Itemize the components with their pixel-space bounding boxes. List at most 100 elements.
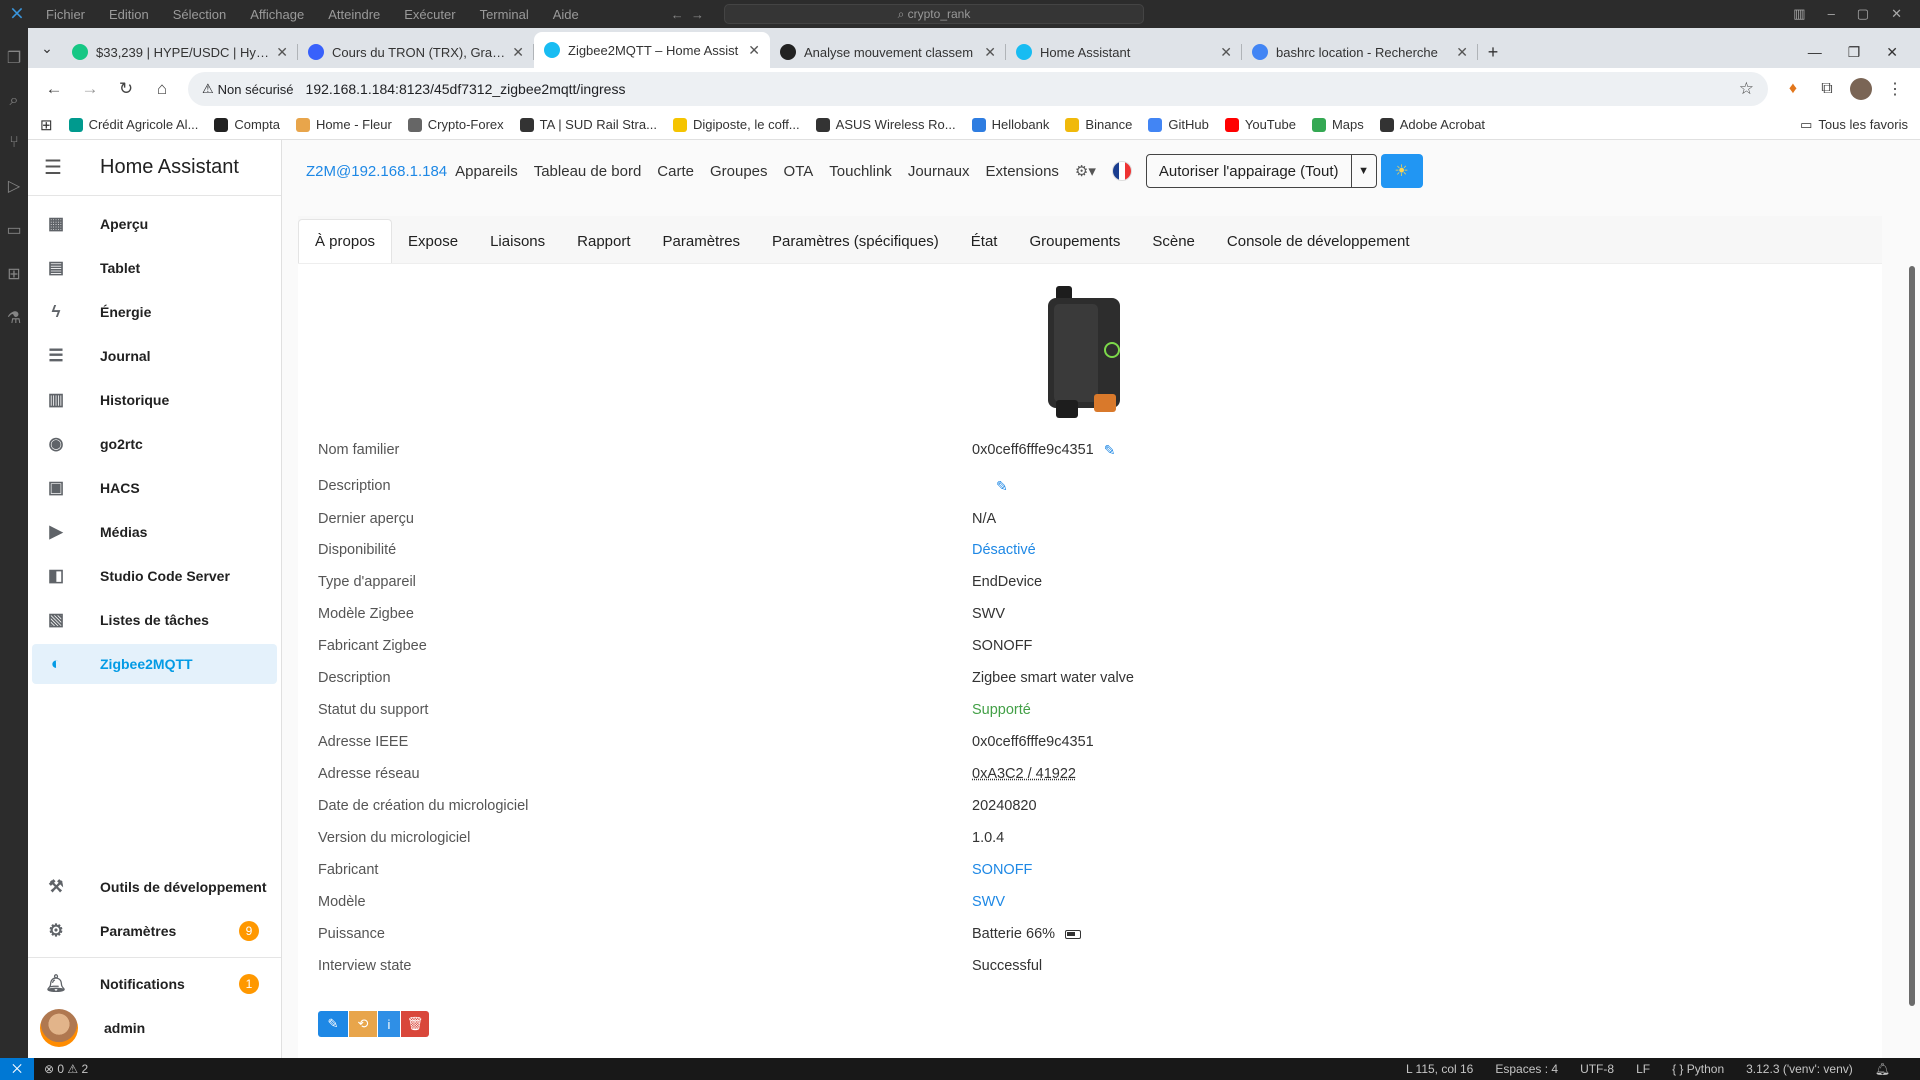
detail-value[interactable]: SONOFF bbox=[972, 862, 1032, 878]
sidebar-item-settings[interactable]: ⚙ Paramètres 9 bbox=[32, 911, 277, 951]
close-icon[interactable]: ✕ bbox=[1886, 44, 1898, 61]
sidebar-item-2[interactable]: ϟ Énergie bbox=[32, 292, 277, 332]
problems-indicator[interactable]: ⊗ 0 ⚠ 2 bbox=[34, 1062, 88, 1076]
sidebar-item-10[interactable]: ◐ Zigbee2MQTT bbox=[32, 644, 277, 684]
bookmark-item[interactable]: Home - Fleur bbox=[295, 117, 392, 132]
bookmark-item[interactable]: Digiposte, le coff... bbox=[672, 117, 800, 132]
address-bar[interactable]: ⚠ Non sécurisé 192.168.1.184:8123/45df731… bbox=[188, 72, 1768, 106]
z2m-nav-link[interactable]: Journaux bbox=[908, 163, 970, 180]
explorer-icon[interactable]: ❐ bbox=[7, 48, 21, 68]
permit-join-label[interactable]: Autoriser l'appairage (Tout) bbox=[1147, 155, 1352, 187]
z2m-nav-link[interactable]: Tableau de bord bbox=[534, 163, 642, 180]
device-tab[interactable]: Rapport bbox=[561, 219, 646, 263]
notifications-bell-icon[interactable]: 🔔︎ bbox=[1875, 1062, 1890, 1076]
sidebar-item-dev-tools[interactable]: ⚒ Outils de développement bbox=[32, 867, 277, 907]
device-tab[interactable]: Paramètres (spécifiques) bbox=[756, 219, 955, 263]
close-icon[interactable]: ✕ bbox=[1891, 6, 1902, 22]
bookmark-item[interactable]: Compta bbox=[214, 117, 280, 132]
bookmark-item[interactable]: TA | SUD Rail Stra... bbox=[519, 117, 657, 132]
menu-7[interactable]: Aide bbox=[541, 7, 591, 22]
menu-1[interactable]: Edition bbox=[97, 7, 161, 22]
browser-tab[interactable]: $33,239 | HYPE/USDC | Hype ✕ bbox=[62, 36, 298, 68]
sidebar-item-1[interactable]: ▤ Tablet bbox=[32, 248, 277, 288]
nav-arrows-icon[interactable]: ← → bbox=[671, 7, 704, 22]
forward-button[interactable]: → bbox=[72, 71, 108, 107]
sidebar-item-6[interactable]: ▣ HACS bbox=[32, 468, 277, 508]
browser-tab[interactable]: Cours du TRON (TRX), Graph ✕ bbox=[298, 36, 534, 68]
all-bookmarks-folder[interactable]: ▭ Tous les favoris bbox=[1800, 117, 1908, 133]
browser-tab[interactable]: Home Assistant ✕ bbox=[1006, 36, 1242, 68]
z2m-settings-gear-icon[interactable]: ⚙▾ bbox=[1075, 162, 1096, 180]
extensions-puzzle-icon[interactable]: ⧉ bbox=[1810, 72, 1844, 106]
bookmark-item[interactable]: Hellobank bbox=[971, 117, 1049, 132]
cursor-position[interactable]: L 115, col 16 bbox=[1406, 1062, 1473, 1076]
remote-icon[interactable]: ⨉ bbox=[0, 1058, 34, 1080]
rename-button[interactable]: ✎ bbox=[318, 1011, 348, 1037]
sidebar-item-0[interactable]: ▦ Aperçu bbox=[32, 204, 277, 244]
edit-icon[interactable]: ✎ bbox=[1104, 442, 1116, 459]
search-icon[interactable]: ⌕ bbox=[10, 92, 19, 110]
sidebar-item-3[interactable]: ☰ Journal bbox=[32, 336, 277, 376]
close-tab-icon[interactable]: ✕ bbox=[748, 42, 760, 59]
new-tab-button[interactable]: + bbox=[1478, 36, 1508, 68]
device-tab[interactable]: Expose bbox=[392, 219, 474, 263]
sidebar-item-4[interactable]: ▥ Historique bbox=[32, 380, 277, 420]
restore-icon[interactable]: ❐ bbox=[1848, 44, 1861, 61]
remote-explorer-icon[interactable]: ▭ bbox=[6, 220, 21, 240]
browser-tab[interactable]: bashrc location - Recherche ✕ bbox=[1242, 36, 1478, 68]
z2m-host-link[interactable]: Z2M@192.168.1.184 bbox=[306, 163, 447, 180]
source-control-icon[interactable]: ⑂ bbox=[9, 134, 19, 152]
menu-3[interactable]: Affichage bbox=[238, 7, 316, 22]
back-button[interactable]: ← bbox=[36, 71, 72, 107]
profile-avatar[interactable] bbox=[1844, 72, 1878, 106]
detail-value[interactable]: Désactivé bbox=[972, 542, 1036, 558]
maximize-icon[interactable]: ▢ bbox=[1857, 6, 1869, 22]
page-scrollbar[interactable] bbox=[1908, 210, 1916, 1006]
device-tab[interactable]: Scène bbox=[1136, 219, 1211, 263]
menu-2[interactable]: Sélection bbox=[161, 7, 238, 22]
bookmark-item[interactable]: Crédit Agricole Al... bbox=[68, 117, 198, 132]
security-indicator[interactable]: ⚠ Non sécurisé bbox=[202, 81, 294, 97]
encoding[interactable]: UTF-8 bbox=[1580, 1062, 1614, 1076]
close-tab-icon[interactable]: ✕ bbox=[984, 44, 996, 61]
apps-grid-icon[interactable]: ⊞ bbox=[40, 116, 53, 134]
minimize-icon[interactable]: — bbox=[1808, 44, 1822, 60]
device-tab[interactable]: Console de développement bbox=[1211, 219, 1426, 263]
theme-toggle-button[interactable]: ☀ bbox=[1380, 154, 1423, 188]
reload-button[interactable]: ↻ bbox=[108, 71, 144, 107]
bookmark-item[interactable]: ASUS Wireless Ro... bbox=[815, 117, 956, 132]
reconfigure-button[interactable]: ⟲ bbox=[349, 1011, 377, 1037]
chrome-menu-icon[interactable]: ⋮ bbox=[1878, 72, 1912, 106]
interview-button[interactable]: i bbox=[378, 1011, 400, 1037]
z2m-nav-link[interactable]: Extensions bbox=[986, 163, 1059, 180]
menu-0[interactable]: Fichier bbox=[34, 7, 97, 22]
eol[interactable]: LF bbox=[1636, 1062, 1650, 1076]
bookmark-item[interactable]: Crypto-Forex bbox=[407, 117, 504, 132]
language-mode[interactable]: { } Python bbox=[1672, 1062, 1724, 1076]
bookmark-star-icon[interactable]: ☆ bbox=[1739, 79, 1754, 99]
z2m-nav-link[interactable]: Groupes bbox=[710, 163, 768, 180]
z2m-nav-link[interactable]: Touchlink bbox=[829, 163, 892, 180]
bookmark-item[interactable]: Adobe Acrobat bbox=[1379, 117, 1485, 132]
bookmark-item[interactable]: GitHub bbox=[1148, 117, 1209, 132]
browser-tab[interactable]: Analyse mouvement classem ✕ bbox=[770, 36, 1006, 68]
device-tab[interactable]: À propos bbox=[298, 219, 393, 263]
device-tab[interactable]: Liaisons bbox=[474, 219, 561, 263]
device-tab[interactable]: État bbox=[955, 219, 1014, 263]
z2m-nav-link[interactable]: OTA bbox=[784, 163, 814, 180]
browser-tab[interactable]: Zigbee2MQTT – Home Assist ✕ bbox=[534, 32, 770, 68]
minimize-icon[interactable]: – bbox=[1828, 6, 1835, 22]
menu-4[interactable]: Atteindre bbox=[316, 7, 392, 22]
remove-button[interactable]: 🗑︎ bbox=[401, 1011, 429, 1037]
testing-icon[interactable]: ⚗ bbox=[7, 308, 21, 328]
z2m-nav-link[interactable]: Carte bbox=[657, 163, 694, 180]
menu-5[interactable]: Exécuter bbox=[392, 7, 467, 22]
extensions-icon[interactable]: ⊞ bbox=[7, 264, 20, 284]
sidebar-item-9[interactable]: ▧ Listes de tâches bbox=[32, 600, 277, 640]
sidebar-item-notifications[interactable]: 🔔︎ Notifications 1 bbox=[32, 964, 277, 1004]
chevron-down-icon[interactable]: ▼ bbox=[1352, 155, 1376, 187]
python-interpreter[interactable]: 3.12.3 ('venv': venv) bbox=[1746, 1062, 1853, 1076]
layout-icon[interactable]: ▥ bbox=[1793, 6, 1805, 22]
vscode-search-box[interactable]: ⌕ crypto_rank bbox=[723, 4, 1144, 24]
language-flag-icon[interactable] bbox=[1111, 161, 1132, 181]
